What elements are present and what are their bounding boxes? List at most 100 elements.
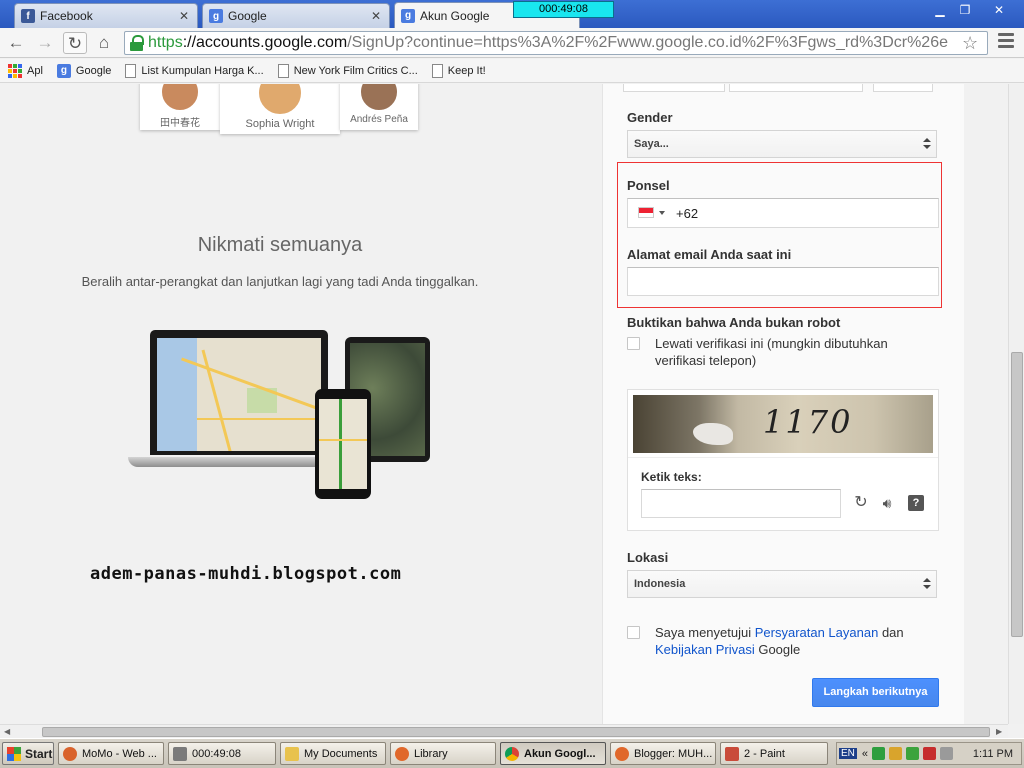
avatar bbox=[359, 84, 399, 112]
scrollbar-thumb[interactable] bbox=[1011, 352, 1023, 637]
gender-select[interactable]: Saya... bbox=[627, 130, 937, 158]
chevron-down-icon[interactable] bbox=[659, 211, 665, 215]
apps-icon bbox=[8, 63, 22, 78]
horizontal-scrollbar[interactable]: ◀ ▶ bbox=[0, 724, 1008, 738]
language-indicator[interactable]: EN bbox=[839, 748, 857, 759]
url-host: ://accounts.google.com bbox=[182, 34, 348, 51]
timer-app-icon bbox=[173, 746, 187, 761]
page-content: 田中春花 Sophia Wright Andrés Peña Nikmati s… bbox=[0, 84, 1024, 724]
phone-field[interactable]: +62 bbox=[627, 198, 939, 228]
avatar bbox=[257, 84, 303, 116]
scroll-left-icon[interactable]: ◀ bbox=[4, 727, 10, 736]
firefox-icon bbox=[63, 746, 77, 761]
tray-app-icon[interactable] bbox=[906, 747, 920, 760]
taskbar-item-akun-google[interactable]: Akun Googl... bbox=[500, 742, 606, 765]
page-icon bbox=[277, 63, 289, 78]
close-icon[interactable]: ✕ bbox=[371, 9, 381, 23]
taskbar-item-paint[interactable]: 2 - Paint bbox=[720, 742, 828, 765]
bookmark-list-kumpulan[interactable]: List Kumpulan Harga K... bbox=[125, 63, 264, 78]
birth-month-field[interactable] bbox=[729, 84, 863, 92]
minimize-icon[interactable]: ▁ bbox=[928, 2, 952, 18]
taskbar-item-label: 000:49:08 bbox=[192, 747, 241, 760]
window-close-icon[interactable]: ✕ bbox=[986, 2, 1012, 18]
clock: 1:11 PM bbox=[972, 747, 1013, 760]
menu-icon[interactable] bbox=[998, 33, 1014, 49]
restore-icon[interactable]: ❐ bbox=[953, 2, 977, 18]
refresh-icon[interactable]: ↻ bbox=[853, 495, 869, 511]
select-arrows-icon bbox=[923, 138, 931, 150]
vertical-scrollbar[interactable] bbox=[1008, 84, 1024, 724]
forward-arrow-icon[interactable]: → bbox=[33, 32, 57, 54]
laptop-illustration bbox=[150, 330, 328, 455]
terms-checkbox[interactable] bbox=[627, 626, 640, 639]
phone-value: +62 bbox=[676, 206, 699, 221]
taskbar-item-my-documents[interactable]: My Documents bbox=[280, 742, 386, 765]
terms-prefix: Saya menyetujui bbox=[655, 625, 755, 640]
tray-expand-icon[interactable]: « bbox=[862, 748, 868, 760]
paint-icon bbox=[725, 746, 739, 761]
page-icon bbox=[125, 63, 137, 78]
taskbar-item-blogger[interactable]: Blogger: MUH... bbox=[610, 742, 716, 765]
page-icon bbox=[431, 63, 443, 78]
robot-label: Buktikan bahwa Anda bukan robot bbox=[627, 315, 841, 330]
privacy-policy-link[interactable]: Kebijakan Privasi bbox=[655, 642, 755, 657]
start-label: Start bbox=[25, 746, 53, 761]
gender-selected-value: Saya... bbox=[634, 138, 669, 150]
tab-facebook[interactable]: f Facebook ✕ bbox=[14, 3, 198, 28]
reload-icon[interactable]: ↻ bbox=[63, 32, 87, 54]
tab-label: Akun Google bbox=[420, 8, 490, 23]
audio-icon[interactable]: 🔊︎ bbox=[879, 495, 895, 511]
email-field[interactable] bbox=[627, 267, 939, 296]
terms-and: dan bbox=[878, 625, 904, 640]
captcha-number: 1170 bbox=[763, 403, 853, 441]
system-tray: EN « 1:11 PM bbox=[836, 742, 1022, 765]
close-icon[interactable]: ✕ bbox=[179, 9, 189, 23]
birth-year-field[interactable] bbox=[873, 84, 933, 92]
terms-suffix: Google bbox=[754, 642, 801, 657]
taskbar-item-label: Library bbox=[414, 747, 448, 760]
taskbar-item-timer[interactable]: 000:49:08 bbox=[168, 742, 276, 765]
tray-app-icon[interactable] bbox=[889, 747, 903, 760]
scroll-right-icon[interactable]: ▶ bbox=[996, 727, 1002, 736]
bookmark-star-icon[interactable]: ☆ bbox=[962, 33, 978, 54]
help-icon[interactable]: ? bbox=[908, 495, 924, 511]
browser-tab-strip: f Facebook ✕ g Google ✕ g Akun Google 00… bbox=[0, 0, 1024, 28]
bookmark-label: Google bbox=[75, 64, 112, 77]
next-step-button[interactable]: Langkah berikutnya bbox=[812, 678, 939, 707]
taskbar-item-library[interactable]: Library bbox=[390, 742, 496, 765]
back-arrow-icon[interactable]: ← bbox=[4, 32, 28, 54]
scrollbar-thumb[interactable] bbox=[42, 727, 990, 737]
avatar-card: 田中春花 bbox=[140, 84, 220, 130]
bookmark-keep-it[interactable]: Keep It! bbox=[431, 63, 486, 78]
antivirus-icon[interactable] bbox=[923, 747, 937, 760]
network-icon[interactable] bbox=[872, 747, 886, 760]
tab-google[interactable]: g Google ✕ bbox=[202, 3, 390, 28]
bookmark-ny-film-critics[interactable]: New York Film Critics C... bbox=[277, 63, 418, 78]
phone-label: Ponsel bbox=[627, 178, 670, 193]
captcha-input[interactable] bbox=[641, 489, 841, 518]
location-select[interactable]: Indonesia bbox=[627, 570, 937, 598]
home-icon[interactable]: ⌂ bbox=[92, 32, 116, 54]
terms-of-service-link[interactable]: Persyaratan Layanan bbox=[755, 625, 879, 640]
phone-illustration bbox=[315, 389, 371, 499]
indonesia-flag-icon[interactable] bbox=[638, 207, 654, 218]
bookmark-apps[interactable]: Apl bbox=[8, 63, 43, 78]
taskbar-item-momo[interactable]: MoMo - Web ... bbox=[58, 742, 164, 765]
bookmark-label: List Kumpulan Harga K... bbox=[141, 64, 264, 77]
devices-illustration bbox=[128, 327, 432, 502]
volume-icon[interactable] bbox=[940, 747, 954, 760]
terms-text: Saya menyetujui Persyaratan Layanan dan K… bbox=[655, 624, 935, 658]
browser-toolbar: ← → ↻ ⌂ https://accounts.google.com/Sign… bbox=[0, 28, 1024, 58]
captcha-box: 1170 Ketik teks: ↻ 🔊︎ ? bbox=[627, 389, 939, 531]
tab-label: Facebook bbox=[40, 9, 93, 23]
skip-verification-checkbox[interactable] bbox=[627, 337, 640, 350]
birth-day-field[interactable] bbox=[623, 84, 725, 92]
bookmark-google[interactable]: g Google bbox=[56, 63, 112, 78]
address-bar[interactable]: https://accounts.google.com/SignUp?conti… bbox=[124, 31, 988, 55]
google-icon: g bbox=[56, 63, 71, 78]
start-button[interactable]: Start bbox=[2, 742, 54, 765]
chrome-icon bbox=[505, 746, 519, 761]
folder-icon bbox=[285, 746, 299, 761]
bookmarks-bar: Apl g Google List Kumpulan Harga K... Ne… bbox=[0, 59, 1024, 83]
firefox-icon bbox=[615, 746, 629, 761]
